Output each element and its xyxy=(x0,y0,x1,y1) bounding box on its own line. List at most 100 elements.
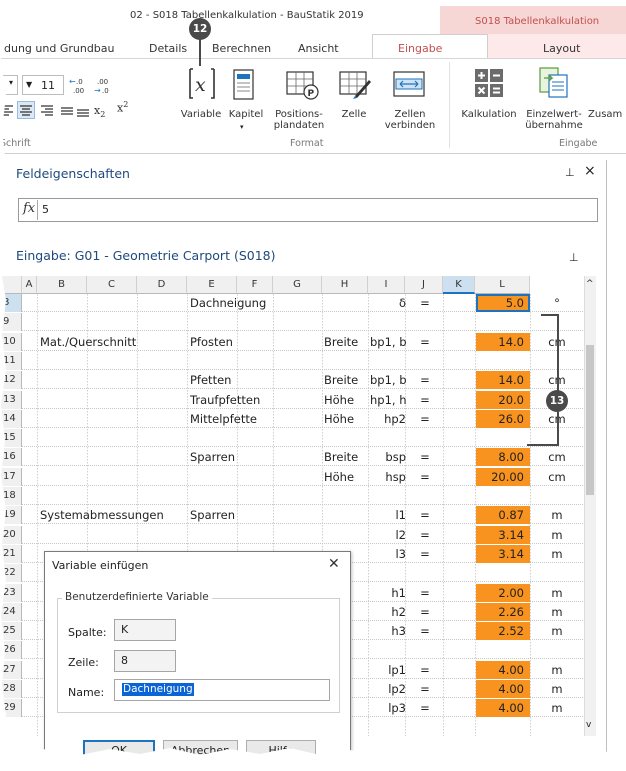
cell-symbol[interactable]: h1 xyxy=(370,584,406,602)
pin-icon[interactable]: ⊥ xyxy=(565,166,575,179)
kapitel-button[interactable]: Kapitel xyxy=(226,109,266,120)
cell-value[interactable]: 0.87 xyxy=(476,506,530,525)
align-right-icon[interactable] xyxy=(40,103,54,117)
cell-unit[interactable]: m xyxy=(531,622,583,640)
cell-operator[interactable]: = xyxy=(407,699,443,717)
cell-unit[interactable]: m xyxy=(531,661,583,679)
column-header-e[interactable]: E xyxy=(187,276,237,294)
cell-symbol[interactable]: lp2 xyxy=(370,680,406,698)
variable-button[interactable]: Variable xyxy=(176,109,226,120)
cell-label[interactable]: Dachneigung xyxy=(190,294,310,312)
cell-operator[interactable]: = xyxy=(407,294,443,312)
zelle-button[interactable]: Zelle xyxy=(336,109,372,120)
cell-operator[interactable]: = xyxy=(407,468,443,486)
cell-value[interactable]: 20.0 xyxy=(476,390,530,409)
tab-berechnen[interactable]: Berechnen xyxy=(212,42,271,55)
cell-symbol[interactable]: hsp xyxy=(370,468,406,486)
column-header-c[interactable]: C xyxy=(87,276,137,294)
column-header-l[interactable]: L xyxy=(475,276,530,294)
column-header-i[interactable]: I xyxy=(368,276,405,294)
cell-symbol[interactable]: l1 xyxy=(370,506,406,524)
cell-value[interactable]: 2.52 xyxy=(476,622,530,641)
kapitel-icon[interactable] xyxy=(231,68,257,102)
cell-unit[interactable]: m xyxy=(531,699,583,717)
increase-decimals-icon[interactable]: ← .0.00 xyxy=(67,74,91,96)
close-icon[interactable]: ✕ xyxy=(328,556,340,572)
cell-symbol[interactable]: lp1 xyxy=(370,661,406,679)
cell-unit[interactable]: ° xyxy=(531,294,583,312)
decrease-decimals-icon[interactable]: .00 → .0 xyxy=(93,74,117,96)
cell-operator[interactable]: = xyxy=(407,680,443,698)
distributed-icon[interactable] xyxy=(76,104,90,118)
column-header-a[interactable]: A xyxy=(22,276,37,294)
cell-label[interactable]: Sparren xyxy=(190,448,310,466)
kalkulation-button[interactable]: Kalkulation xyxy=(453,109,525,120)
einzelwert-icon[interactable] xyxy=(538,66,570,100)
tab-layout[interactable]: Layout xyxy=(543,42,580,55)
cell-value[interactable]: 2.00 xyxy=(476,583,530,602)
scroll-down-icon[interactable]: v xyxy=(586,720,591,730)
cell-label[interactable]: Mat./Querschnitt xyxy=(40,333,180,351)
cell-value[interactable]: 3.14 xyxy=(476,544,530,563)
cell-value[interactable]: 2.26 xyxy=(476,602,530,621)
column-header-g[interactable]: G xyxy=(273,276,322,294)
cell-unit[interactable]: m xyxy=(531,680,583,698)
cell-operator[interactable]: = xyxy=(407,661,443,679)
column-header-d[interactable]: D xyxy=(137,276,187,294)
column-header-k[interactable]: K xyxy=(443,276,475,294)
cell-value[interactable]: 14.0 xyxy=(476,371,530,390)
formula-input[interactable]: 5 xyxy=(42,203,49,216)
align-center-icon[interactable] xyxy=(17,101,35,119)
kalkulation-icon[interactable] xyxy=(474,68,504,98)
cell-operator[interactable]: = xyxy=(407,603,443,621)
justify-icon[interactable] xyxy=(60,104,74,118)
cell-label[interactable]: Mittelpfette xyxy=(190,410,310,428)
scroll-thumb[interactable] xyxy=(586,345,594,495)
cell-unit[interactable]: m xyxy=(531,584,583,602)
cell-value[interactable]: 8.00 xyxy=(476,448,530,467)
cell-operator[interactable]: = xyxy=(407,545,443,563)
cell-symbol[interactable]: δ xyxy=(370,294,406,312)
cell-value[interactable]: 5.0 xyxy=(476,294,530,312)
cell-symbol[interactable]: h3 xyxy=(370,622,406,640)
cell-operator[interactable]: = xyxy=(407,371,443,389)
cell-label[interactable]: Pfetten xyxy=(190,371,310,389)
cell-symbol[interactable]: hp2 xyxy=(370,410,406,428)
cell-value[interactable]: 20.00 xyxy=(476,467,530,486)
cell-unit[interactable]: cm xyxy=(531,468,583,486)
column-header-b[interactable]: B xyxy=(37,276,87,294)
einzelwert-button[interactable]: Einzelwert- übernahme xyxy=(520,109,588,131)
variable-icon[interactable]: x xyxy=(184,66,220,102)
cell-label[interactable]: Höhe xyxy=(324,410,370,428)
cell-label[interactable]: Breite xyxy=(324,333,370,351)
cell-symbol[interactable]: lp3 xyxy=(370,699,406,717)
cell-unit[interactable]: m xyxy=(531,506,583,524)
cell-symbol[interactable]: l3 xyxy=(370,545,406,563)
cell-unit[interactable]: m xyxy=(531,603,583,621)
zellen-verbinden-icon[interactable] xyxy=(392,70,426,100)
cell-symbol[interactable]: h2 xyxy=(370,603,406,621)
cell-operator[interactable]: = xyxy=(407,333,443,351)
cell-operator[interactable]: = xyxy=(407,448,443,466)
cell-operator[interactable]: = xyxy=(407,506,443,524)
superscript-icon[interactable]: x2 xyxy=(117,100,128,115)
column-header-h[interactable]: H xyxy=(322,276,368,294)
cell-label[interactable]: Höhe xyxy=(324,468,370,486)
cell-label[interactable]: Höhe xyxy=(324,391,370,409)
font-size-dropdown[interactable]: 11 ▼ xyxy=(22,75,64,95)
positionsplandaten-button[interactable]: Positions- plandaten xyxy=(268,109,330,131)
tab-ansicht[interactable]: Ansicht xyxy=(298,42,339,55)
cell-label[interactable]: Systemabmessungen xyxy=(40,506,180,524)
positionsplandaten-icon[interactable]: P xyxy=(285,68,321,102)
cell-symbol[interactable]: bsp xyxy=(370,448,406,466)
column-header-j[interactable]: J xyxy=(405,276,443,294)
cell-value[interactable]: 26.0 xyxy=(476,409,530,428)
cell-operator[interactable]: = xyxy=(407,391,443,409)
subscript-icon[interactable]: x2 xyxy=(94,104,105,119)
cell-value[interactable]: 4.00 xyxy=(476,699,530,718)
close-icon[interactable]: × xyxy=(584,163,596,179)
cell-operator[interactable]: = xyxy=(407,410,443,428)
cell-value[interactable]: 14.0 xyxy=(476,332,530,351)
zellen-verbinden-button[interactable]: Zellen verbinden xyxy=(378,109,442,131)
cell-unit[interactable]: m xyxy=(531,545,583,563)
